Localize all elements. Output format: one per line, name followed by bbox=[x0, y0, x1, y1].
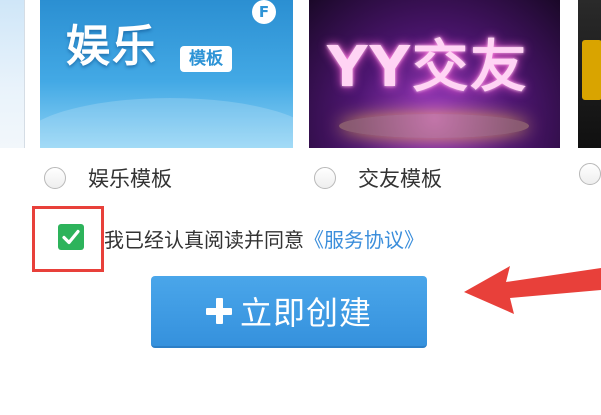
template-option-label: 交友模板 bbox=[358, 167, 442, 191]
create-now-button[interactable]: 立即创建 bbox=[151, 276, 427, 348]
template-option-label: 娱乐模板 bbox=[88, 167, 172, 191]
annotation-arrow-icon bbox=[464, 266, 601, 314]
plus-icon bbox=[205, 298, 232, 324]
template-thumbnail-jiaoyou[interactable]: YY交友 bbox=[309, 0, 560, 148]
template-option-yule[interactable]: 娱乐模板 bbox=[44, 163, 172, 193]
template-option-partial[interactable] bbox=[579, 163, 601, 185]
thumbnail-decoration bbox=[40, 98, 293, 148]
radio-button[interactable] bbox=[579, 163, 601, 185]
thumbnail-decoration bbox=[339, 114, 529, 138]
agreement-text: 我已经认真阅读并同意《服务协议》 bbox=[104, 224, 424, 253]
thumbnail-badge: 模板 bbox=[180, 46, 232, 72]
template-thumbnail-partial-right[interactable] bbox=[578, 0, 601, 148]
template-thumbnail-partial-left[interactable] bbox=[0, 0, 25, 148]
service-agreement-link[interactable]: 《服务协议》 bbox=[304, 228, 424, 252]
template-thumbnail-yule[interactable]: 娱乐 模板 F bbox=[40, 0, 293, 148]
radio-button[interactable] bbox=[314, 167, 336, 189]
template-option-jiaoyou[interactable]: 交友模板 bbox=[314, 163, 442, 193]
agreement-label: 我已经认真阅读并同意 bbox=[104, 228, 304, 252]
thumbnail-title: 娱乐 bbox=[66, 21, 158, 72]
thumbnail-title: YY交友 bbox=[327, 35, 529, 100]
radio-button[interactable] bbox=[44, 167, 66, 189]
thumbnail-corner-logo: F bbox=[252, 0, 276, 24]
thumbnail-decoration bbox=[582, 40, 601, 100]
annotation-highlight-box bbox=[32, 206, 104, 272]
create-button-label: 立即创建 bbox=[239, 294, 372, 332]
